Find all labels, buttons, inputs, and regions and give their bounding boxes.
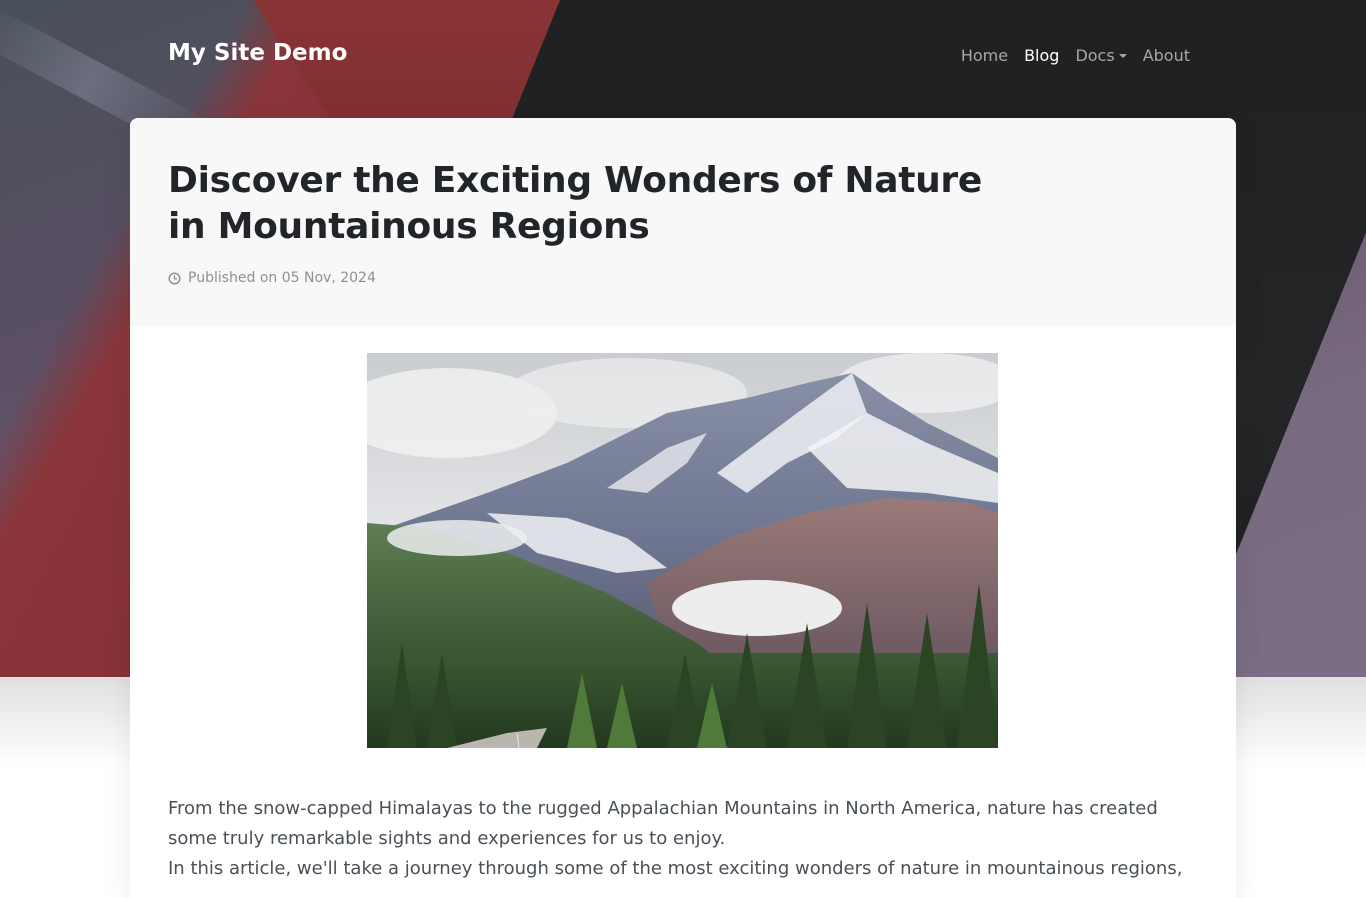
nav-item-docs: Docs [1075,46,1127,65]
top-navbar: My Site Demo Home Blog Docs About [0,0,1366,112]
post-featured-image [337,353,1017,749]
post-header: Discover the Exciting Wonders of Nature … [130,118,1236,326]
nav-item-blog: Blog [1024,46,1059,65]
post-paragraph: In this article, we'll take a journey th… [168,858,1183,879]
nav-item-about: About [1143,46,1190,65]
post-body: From the snow-capped Himalayas to the ru… [168,794,1198,884]
chevron-down-icon [1118,53,1127,58]
nav-item-home: Home [961,46,1008,65]
main-nav: Home Blog Docs About [961,46,1190,65]
published-date: Published on 05 Nov, 2024 [188,270,376,286]
nav-link-home[interactable]: Home [961,46,1008,65]
nav-link-blog[interactable]: Blog [1024,46,1059,65]
post-paragraph: From the snow-capped Himalayas to the ru… [168,798,1158,849]
mountain-landscape-image [337,353,1017,749]
site-brand[interactable]: My Site Demo [168,40,347,66]
nav-link-docs-label: Docs [1075,46,1115,65]
nav-link-about[interactable]: About [1143,46,1190,65]
post-title: Discover the Exciting Wonders of Nature … [168,160,982,247]
post-meta: Published on 05 Nov, 2024 [168,270,1198,286]
nav-link-docs[interactable]: Docs [1075,46,1127,65]
post-card: Discover the Exciting Wonders of Nature … [130,118,1236,898]
clock-icon [168,271,181,285]
